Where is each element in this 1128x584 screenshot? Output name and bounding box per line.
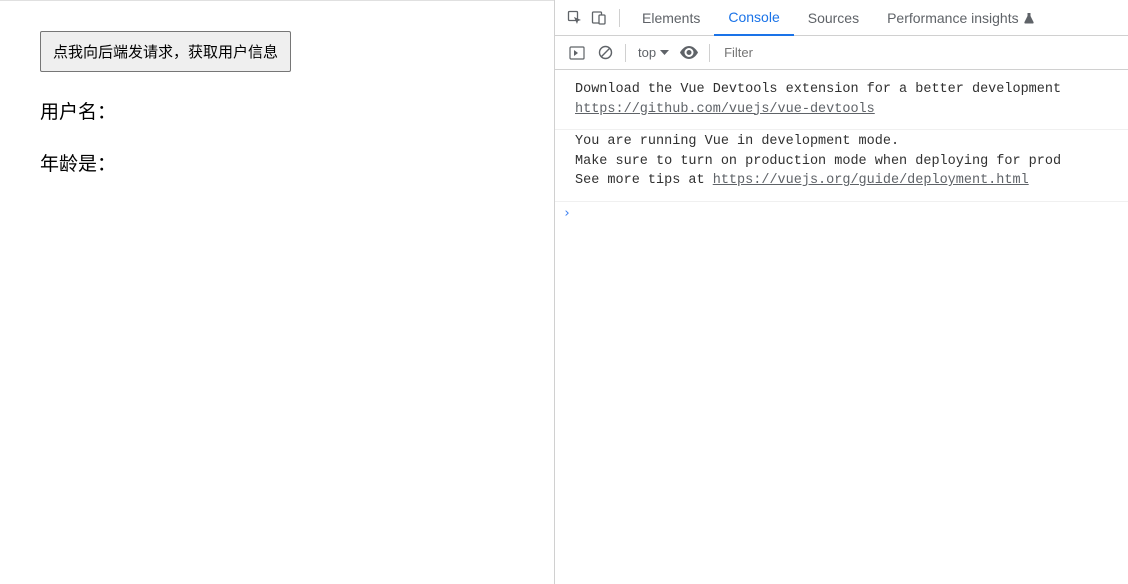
age-label: 年龄是： — [40, 149, 554, 176]
context-selector[interactable]: top — [632, 45, 675, 60]
send-request-button[interactable]: 点我向后端发请求，获取用户信息 — [40, 31, 291, 72]
console-text: Make sure to turn on production mode whe… — [575, 154, 1061, 169]
devtools-tabs-row: Elements Console Sources Performance ins… — [555, 0, 1128, 36]
console-message: Download the Vue Devtools extension for … — [555, 78, 1128, 130]
toggle-sidebar-icon[interactable] — [563, 40, 591, 66]
console-link[interactable]: https://github.com/vuejs/vue-devtools — [575, 102, 875, 117]
chevron-down-icon — [660, 50, 669, 56]
console-link[interactable]: https://vuejs.org/guide/deployment.html — [713, 173, 1029, 188]
inspect-element-icon[interactable] — [563, 5, 587, 31]
console-text: You are running Vue in development mode. — [575, 134, 899, 149]
console-prompt[interactable]: › — [555, 202, 1128, 221]
separator — [619, 9, 620, 27]
filter-input[interactable] — [716, 41, 1120, 64]
tab-sources[interactable]: Sources — [794, 0, 873, 36]
separator — [625, 44, 626, 62]
tab-performance-insights-label: Performance insights — [887, 10, 1019, 26]
tab-elements[interactable]: Elements — [628, 0, 714, 36]
console-message: You are running Vue in development mode.… — [555, 130, 1128, 202]
devtools-panel: Elements Console Sources Performance ins… — [554, 0, 1128, 584]
console-toolbar: top — [555, 36, 1128, 70]
page-left-panel: 点我向后端发请求，获取用户信息 用户名： 年龄是： — [0, 0, 554, 584]
console-text: Download the Vue Devtools extension for … — [575, 82, 1061, 97]
username-label: 用户名： — [40, 97, 554, 124]
clear-console-icon[interactable] — [591, 40, 619, 66]
console-body: Download the Vue Devtools extension for … — [555, 70, 1128, 584]
tab-console[interactable]: Console — [714, 0, 793, 36]
context-label: top — [638, 45, 656, 60]
console-text: See more tips at — [575, 173, 713, 188]
flask-icon — [1023, 12, 1035, 24]
live-expression-icon[interactable] — [675, 40, 703, 66]
device-toggle-icon[interactable] — [587, 5, 611, 31]
tab-performance-insights[interactable]: Performance insights — [873, 0, 1049, 36]
separator — [709, 44, 710, 62]
